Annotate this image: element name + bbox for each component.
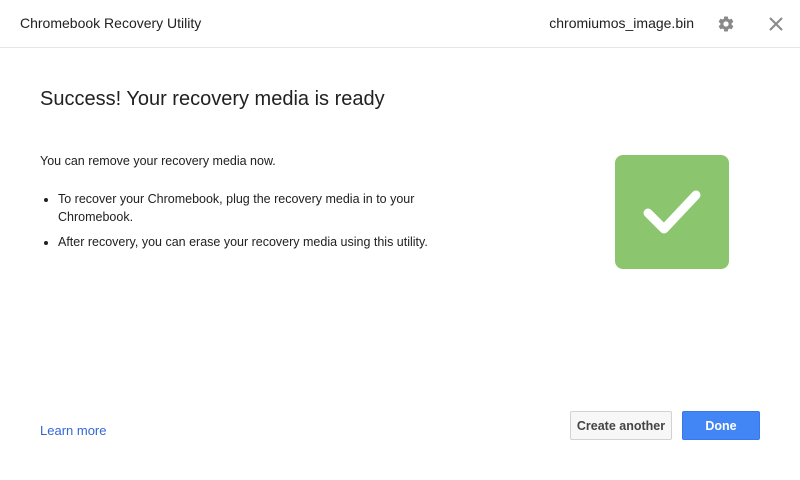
gear-icon [718, 16, 734, 32]
learn-more-link[interactable]: Learn more [40, 423, 106, 438]
app-title: Chromebook Recovery Utility [20, 15, 202, 31]
recovery-utility-window: Chromebook Recovery Utility chromiumos_i… [0, 0, 800, 480]
selected-image-file-name: chromiumos_image.bin [549, 15, 694, 31]
settings-button[interactable] [714, 12, 738, 36]
success-headline: Success! Your recovery media is ready [40, 88, 385, 110]
instruction-item: After recovery, you can erase your recov… [58, 233, 460, 251]
success-badge [615, 155, 729, 269]
create-another-button[interactable]: Create another [570, 411, 672, 440]
remove-media-message: You can remove your recovery media now. [40, 154, 276, 168]
instruction-item: To recover your Chromebook, plug the rec… [58, 190, 460, 226]
close-icon [769, 17, 783, 31]
title-bar: Chromebook Recovery Utility chromiumos_i… [0, 0, 800, 48]
checkmark-icon [643, 190, 701, 234]
close-button[interactable] [764, 12, 788, 36]
instructions-list: To recover your Chromebook, plug the rec… [40, 190, 460, 258]
done-button[interactable]: Done [682, 411, 760, 440]
